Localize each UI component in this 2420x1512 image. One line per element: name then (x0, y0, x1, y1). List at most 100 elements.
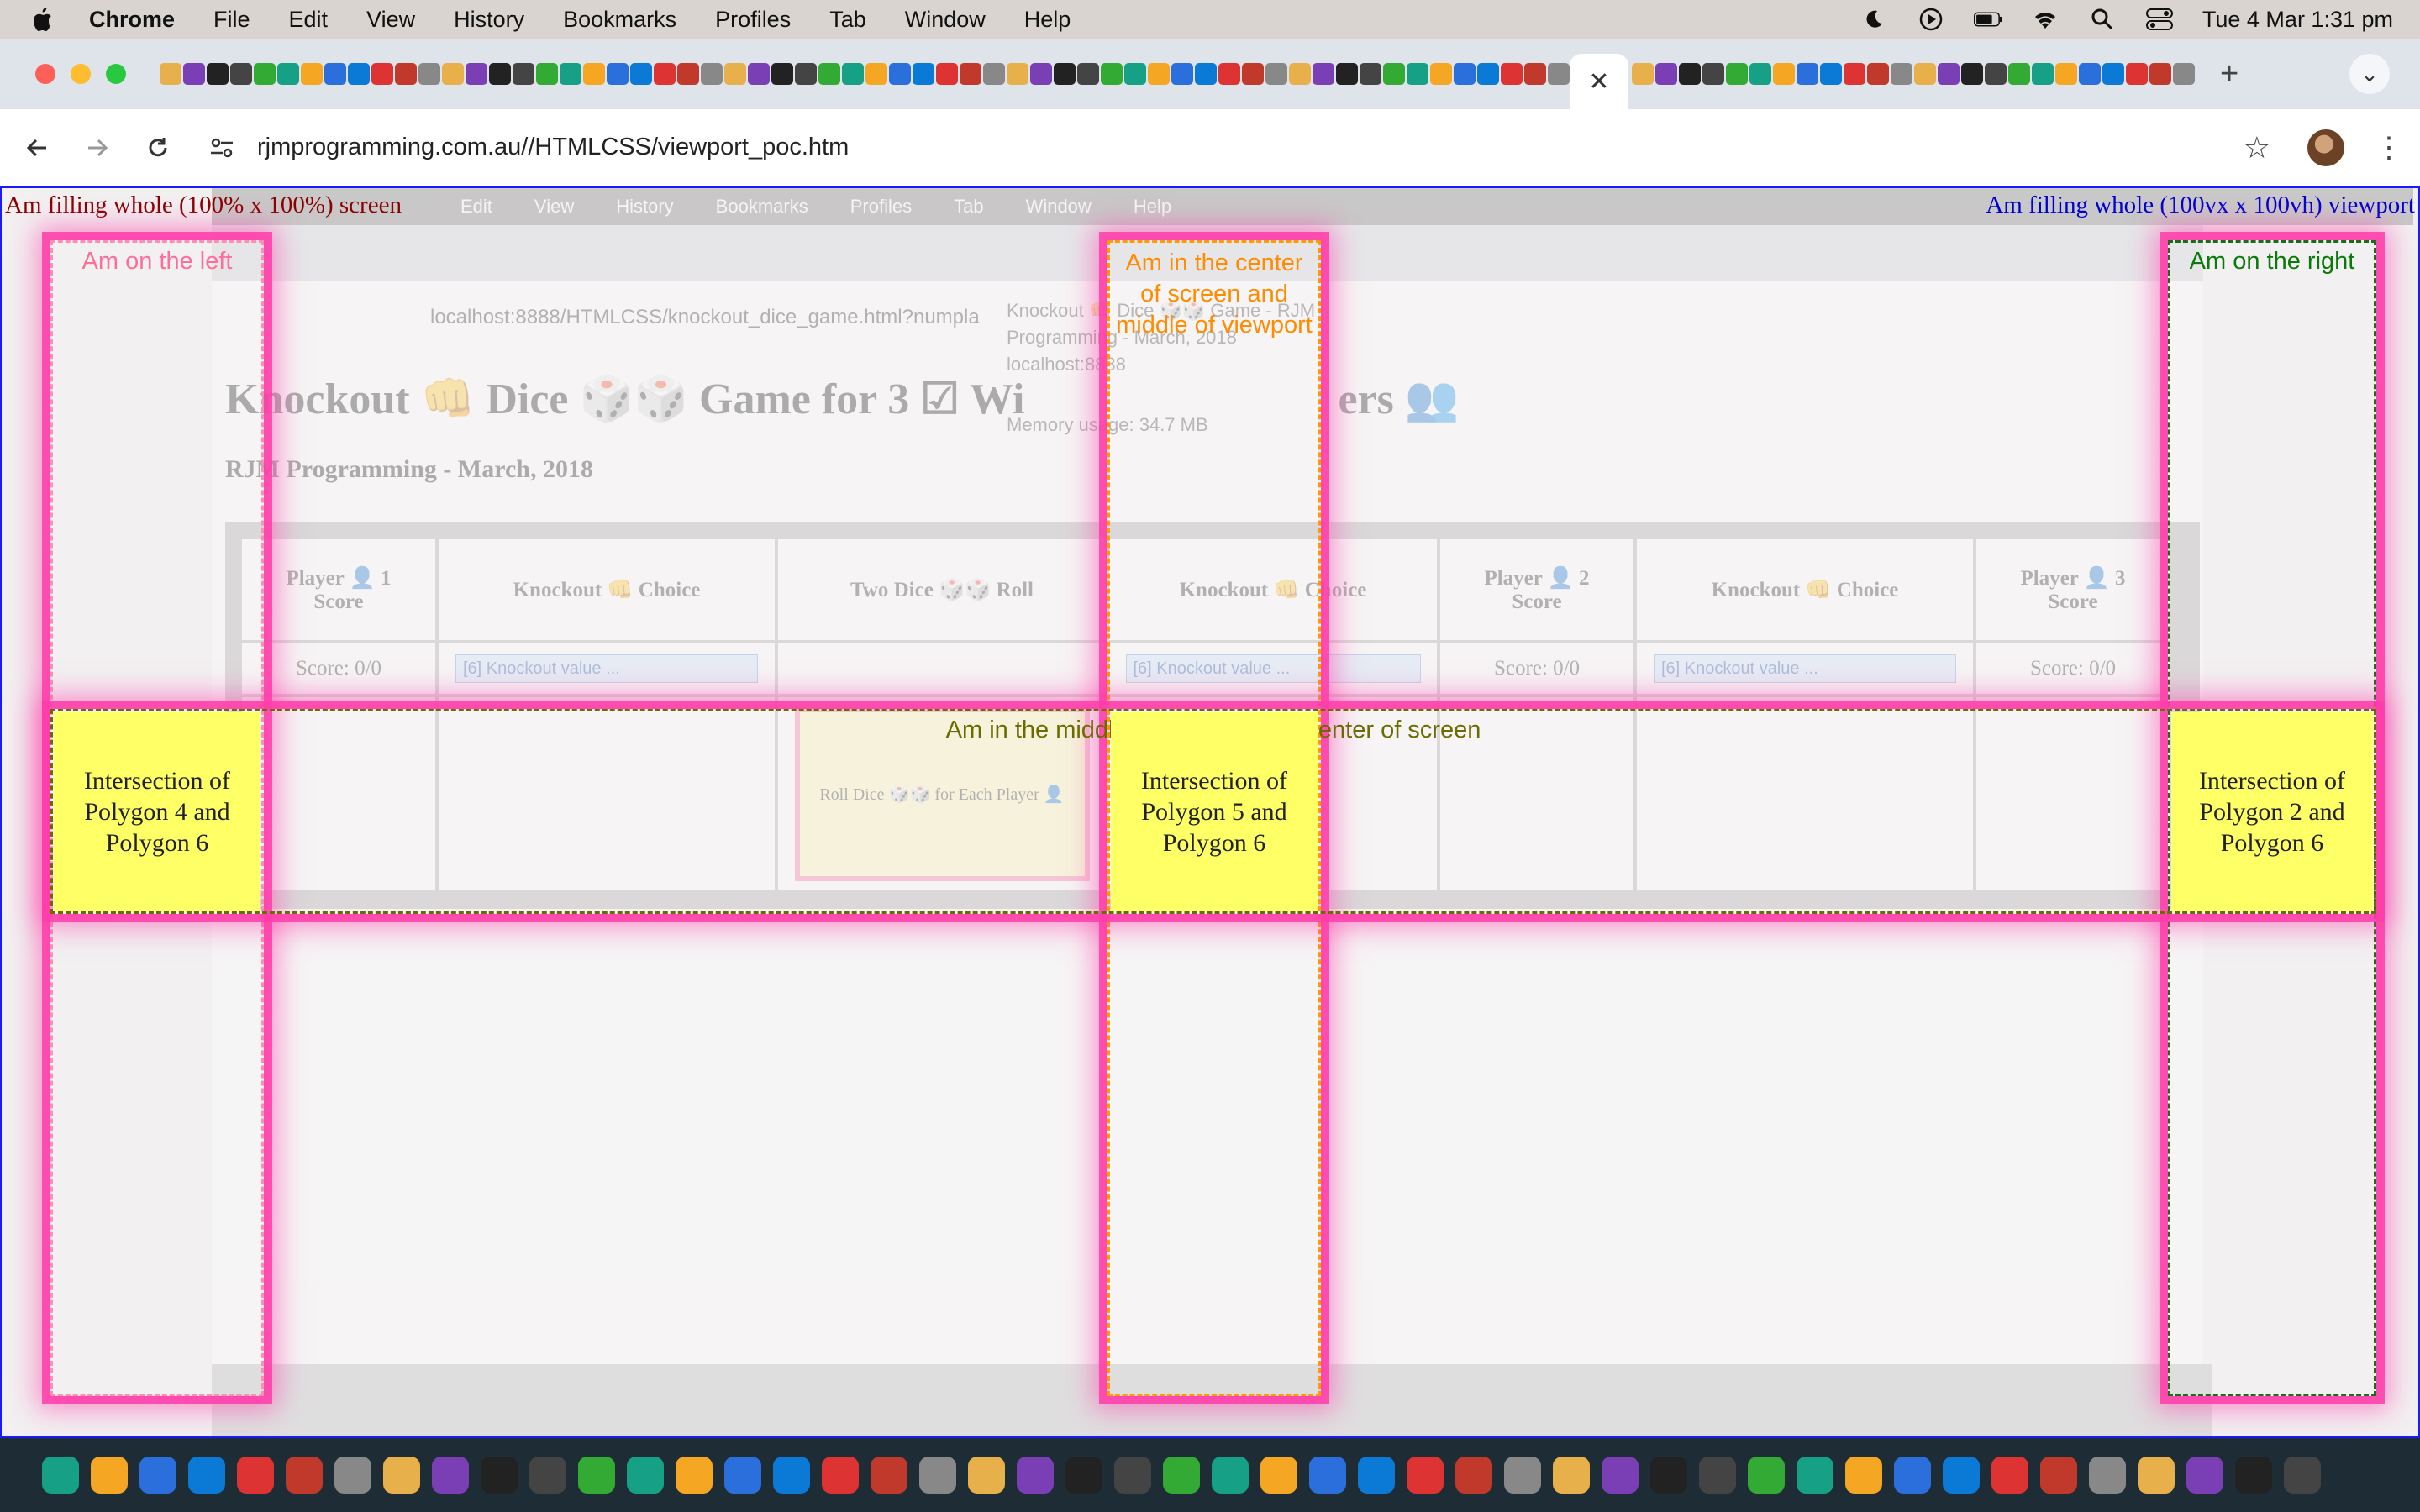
tab-favicon-icon[interactable] (1501, 63, 1523, 85)
pinned-tab-favicons-right[interactable] (1632, 63, 2195, 85)
dock-app-icon[interactable] (1114, 1457, 1151, 1494)
battery-icon[interactable] (1973, 7, 2002, 32)
dock-app-icon[interactable] (1065, 1457, 1102, 1494)
url-text[interactable]: rjmprogramming.com.au//HTMLCSS/viewport_… (257, 134, 849, 161)
tab-favicon-icon[interactable] (2079, 63, 2101, 85)
tab-favicon-icon[interactable] (207, 63, 229, 85)
dock-app-icon[interactable] (1699, 1457, 1736, 1494)
tab-favicon-icon[interactable] (254, 63, 276, 85)
tab-favicon-icon[interactable] (560, 63, 581, 85)
tab-favicon-icon[interactable] (395, 63, 417, 85)
dock-app-icon[interactable] (1894, 1457, 1931, 1494)
tab-search-chevron-icon[interactable]: ⌄ (2349, 54, 2390, 94)
tab-favicon-icon[interactable] (1430, 63, 1452, 85)
tab-favicon-icon[interactable] (771, 63, 793, 85)
tab-favicon-icon[interactable] (301, 63, 323, 85)
tab-favicon-icon[interactable] (1218, 63, 1240, 85)
dock-app-icon[interactable] (676, 1457, 713, 1494)
dock-app-icon[interactable] (1017, 1457, 1054, 1494)
dock-app-icon[interactable] (1358, 1457, 1395, 1494)
dock-app-icon[interactable] (724, 1457, 761, 1494)
bookmark-star-icon[interactable]: ☆ (2244, 130, 2270, 165)
dock-app-icon[interactable] (1260, 1457, 1297, 1494)
pinned-tab-favicons-left[interactable] (160, 63, 1570, 85)
tab-favicon-icon[interactable] (1891, 63, 1912, 85)
menu-history[interactable]: History (454, 7, 524, 33)
dock-app-icon[interactable] (968, 1457, 1005, 1494)
tab-favicon-icon[interactable] (583, 63, 605, 85)
tab-favicon-icon[interactable] (536, 63, 558, 85)
tab-favicon-icon[interactable] (1477, 63, 1499, 85)
tab-favicon-icon[interactable] (1242, 63, 1264, 85)
dock-app-icon[interactable] (578, 1457, 615, 1494)
tab-favicon-icon[interactable] (889, 63, 911, 85)
tab-favicon-icon[interactable] (160, 63, 182, 85)
dock-app-icon[interactable] (432, 1457, 469, 1494)
tab-favicon-icon[interactable] (2126, 63, 2148, 85)
active-tab[interactable]: ✕ (1570, 54, 1628, 109)
dock-app-icon[interactable] (2040, 1457, 2077, 1494)
tab-favicon-icon[interactable] (2055, 63, 2077, 85)
dock-app-icon[interactable] (91, 1457, 128, 1494)
dock-app-icon[interactable] (2089, 1457, 2126, 1494)
wifi-icon[interactable] (2031, 7, 2060, 32)
tab-favicon-icon[interactable] (913, 63, 934, 85)
dock-app-icon[interactable] (1212, 1457, 1249, 1494)
tab-favicon-icon[interactable] (1844, 63, 1865, 85)
tab-favicon-icon[interactable] (1265, 63, 1287, 85)
chrome-menu-icon[interactable]: ⋮ (2375, 131, 2403, 165)
tab-favicon-icon[interactable] (1679, 63, 1701, 85)
tab-favicon-icon[interactable] (489, 63, 511, 85)
reload-button[interactable] (134, 124, 182, 171)
tab-favicon-icon[interactable] (2149, 63, 2171, 85)
tab-favicon-icon[interactable] (1077, 63, 1099, 85)
dock-app-icon[interactable] (1163, 1457, 1200, 1494)
tab-favicon-icon[interactable] (1171, 63, 1193, 85)
back-button[interactable] (13, 124, 60, 171)
tab-favicon-icon[interactable] (1454, 63, 1476, 85)
tab-favicon-icon[interactable] (701, 63, 723, 85)
dock-app-icon[interactable] (822, 1457, 859, 1494)
tab-favicon-icon[interactable] (2008, 63, 2030, 85)
tab-favicon-icon[interactable] (1336, 63, 1358, 85)
tab-favicon-icon[interactable] (936, 63, 958, 85)
dock-app-icon[interactable] (286, 1457, 323, 1494)
dock-app-icon[interactable] (1650, 1457, 1687, 1494)
tab-favicon-icon[interactable] (1360, 63, 1381, 85)
dock-app-icon[interactable] (334, 1457, 371, 1494)
close-window-button[interactable] (35, 64, 55, 84)
menu-tab[interactable]: Tab (829, 7, 866, 33)
dock-app-icon[interactable] (237, 1457, 274, 1494)
tab-favicon-icon[interactable] (183, 63, 205, 85)
control-center-icon[interactable] (2145, 7, 2174, 32)
apple-logo-icon[interactable] (27, 5, 55, 34)
dock-app-icon[interactable] (1407, 1457, 1444, 1494)
new-tab-button[interactable]: + (2220, 56, 2238, 92)
menu-bookmarks[interactable]: Bookmarks (563, 7, 676, 33)
tab-favicon-icon[interactable] (1961, 63, 1983, 85)
tab-favicon-icon[interactable] (842, 63, 864, 85)
tab-favicon-icon[interactable] (1867, 63, 1889, 85)
tab-favicon-icon[interactable] (1985, 63, 2007, 85)
tab-favicon-icon[interactable] (1054, 63, 1076, 85)
profile-avatar[interactable] (2307, 129, 2344, 166)
dock-app-icon[interactable] (42, 1457, 79, 1494)
tab-favicon-icon[interactable] (983, 63, 1005, 85)
tab-favicon-icon[interactable] (1195, 63, 1217, 85)
tab-favicon-icon[interactable] (1548, 63, 1570, 85)
menu-edit[interactable]: Edit (289, 7, 329, 33)
dock-app-icon[interactable] (1748, 1457, 1785, 1494)
tab-favicon-icon[interactable] (960, 63, 981, 85)
dock-app-icon[interactable] (1797, 1457, 1833, 1494)
dock-app-icon[interactable] (1943, 1457, 1980, 1494)
tab-favicon-icon[interactable] (442, 63, 464, 85)
tab-favicon-icon[interactable] (1632, 63, 1654, 85)
dock-app-icon[interactable] (2138, 1457, 2175, 1494)
menu-app-chrome[interactable]: Chrome (89, 7, 175, 33)
menu-view[interactable]: View (366, 7, 415, 33)
site-info-icon[interactable] (205, 136, 239, 160)
tab-favicon-icon[interactable] (865, 63, 887, 85)
dock-app-icon[interactable] (919, 1457, 956, 1494)
tab-favicon-icon[interactable] (466, 63, 487, 85)
dock-app-icon[interactable] (383, 1457, 420, 1494)
